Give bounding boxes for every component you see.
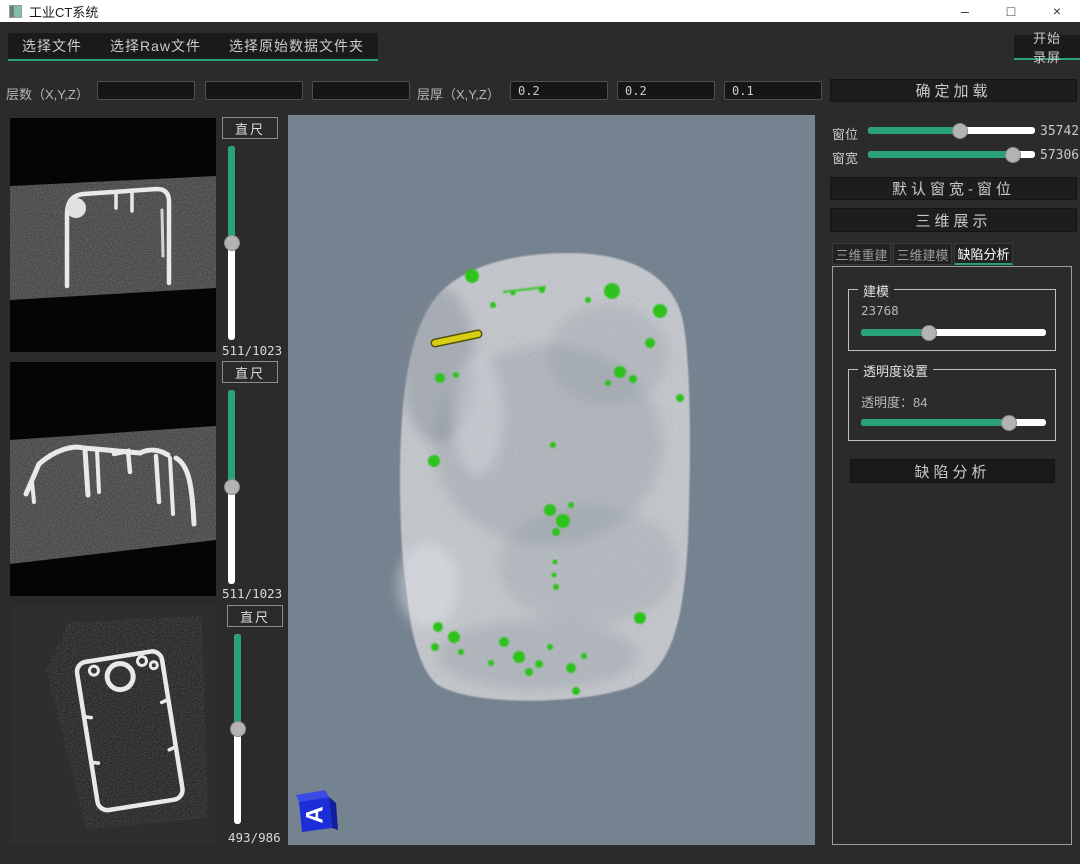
select-raw-file-button[interactable]: 选择Raw文件 — [96, 33, 215, 59]
opacity-slider[interactable] — [861, 419, 1046, 426]
modeling-slider[interactable] — [861, 329, 1046, 336]
select-file-button[interactable]: 选择文件 — [8, 33, 96, 59]
ruler-button-1[interactable]: 直尺 — [222, 117, 278, 139]
opacity-groupbox: 透明度设置 透明度：84 — [848, 369, 1056, 441]
opacity-value-label: 透明度：84 — [861, 392, 927, 411]
ct-slice-image-yz[interactable] — [10, 606, 216, 844]
select-raw-data-folder-button[interactable]: 选择原始数据文件夹 — [215, 33, 378, 59]
thickness-x-input[interactable] — [510, 81, 608, 100]
3d-model-render — [288, 115, 815, 845]
slider-handle[interactable] — [230, 721, 246, 737]
slice-slider-3[interactable] — [234, 634, 241, 824]
ruler-button-3[interactable]: 直尺 — [227, 605, 283, 627]
layers-x-input[interactable] — [97, 81, 195, 100]
show-3d-button[interactable]: 三维展示 — [830, 208, 1077, 232]
thickness-z-input[interactable] — [724, 81, 822, 100]
minimize-button[interactable]: – — [942, 0, 988, 22]
layers-z-input[interactable] — [312, 81, 410, 100]
layers-label: 层数（X,Y,Z） — [6, 84, 89, 103]
window-width-label: 窗宽 — [832, 148, 858, 167]
tab-3d-modeling[interactable]: 三维建模 — [893, 243, 952, 265]
slider-handle[interactable] — [1001, 415, 1017, 431]
thickness-label: 层厚（X,Y,Z） — [417, 84, 500, 103]
default-window-button[interactable]: 默认窗宽-窗位 — [830, 177, 1077, 200]
ct-slice-image-xy[interactable] — [10, 118, 216, 352]
slice-position-3: 493/986 — [228, 830, 281, 845]
start-recording-button[interactable]: 开始录屏 — [1014, 35, 1080, 58]
slice-position-1: 511/1023 — [222, 343, 282, 358]
close-button[interactable]: × — [1034, 0, 1080, 22]
ruler-button-2[interactable]: 直尺 — [222, 361, 278, 383]
slider-handle[interactable] — [952, 123, 968, 139]
record-toolbar: 开始录屏 — [1014, 35, 1080, 60]
maximize-button[interactable]: □ — [988, 0, 1034, 22]
thickness-y-input[interactable] — [617, 81, 715, 100]
confirm-load-button[interactable]: 确定加载 — [830, 79, 1077, 102]
ct-slice-image-xz[interactable] — [10, 362, 216, 596]
cube-letter: A — [302, 806, 329, 823]
slice-slider-1[interactable] — [228, 146, 235, 340]
title-bar: 工业CT系统 – □ × — [0, 0, 1080, 22]
window-level-slider[interactable] — [868, 127, 1035, 134]
modeling-groupbox: 建模 23768 — [848, 289, 1056, 351]
slider-handle[interactable] — [224, 235, 240, 251]
orientation-cube-logo: A — [292, 786, 342, 838]
slice-position-2: 511/1023 — [222, 586, 282, 601]
modeling-group-title: 建模 — [858, 281, 894, 300]
slider-handle[interactable] — [224, 479, 240, 495]
file-toolbar: 选择文件 选择Raw文件 选择原始数据文件夹 — [8, 33, 378, 61]
window-level-label: 窗位 — [832, 124, 858, 143]
app-icon — [9, 5, 22, 18]
window-level-value: 35742 — [1040, 124, 1079, 139]
defect-analysis-button[interactable]: 缺陷分析 — [850, 459, 1055, 483]
window-title: 工业CT系统 — [29, 2, 98, 21]
3d-viewport[interactable]: A — [288, 115, 815, 845]
opacity-group-title: 透明度设置 — [858, 361, 933, 380]
defect-analysis-panel — [832, 266, 1072, 845]
modeling-value: 23768 — [861, 303, 899, 318]
tab-defect-analysis[interactable]: 缺陷分析 — [954, 243, 1013, 265]
slice-slider-2[interactable] — [228, 390, 235, 584]
slider-handle[interactable] — [921, 325, 937, 341]
layers-y-input[interactable] — [205, 81, 303, 100]
window-width-slider[interactable] — [868, 151, 1035, 158]
tab-3d-reconstruction[interactable]: 三维重建 — [832, 243, 891, 265]
slider-handle[interactable] — [1005, 147, 1021, 163]
window-width-value: 57306 — [1040, 148, 1079, 163]
